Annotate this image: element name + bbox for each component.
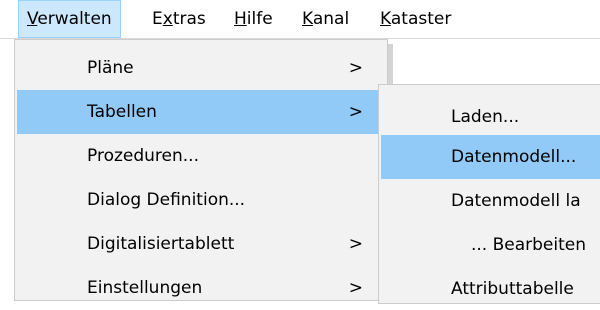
app-background [0,39,15,291]
submenu-item-attributtabelle[interactable]: Attributtabelle [381,267,600,303]
submenu-item-bearbeiten[interactable]: ... Bearbeiten [381,223,600,267]
submenu-arrow-icon: > [348,102,363,122]
menu-hilfe[interactable]: Hilfe [226,0,281,38]
menu-extras-pre: E [152,9,163,29]
submenu-item-label: ... Bearbeiten [471,235,587,255]
menu-shadow [388,44,393,84]
submenu-item-label: Attributtabelle [451,279,574,299]
tabellen-submenu: Laden... Datenmodell... Datenmodell la .… [378,84,600,304]
menu-extras[interactable]: Extras [144,0,214,38]
menu-verwalten[interactable]: Verwalten [18,0,121,38]
menu-verwalten-mnemonic: V [27,9,38,29]
submenu-item-datenmodell[interactable]: Datenmodell... [381,135,600,179]
menu-kanal[interactable]: Kanal [294,0,357,38]
submenu-item-label: Laden... [451,107,520,127]
menu-kataster-mnemonic: K [380,9,391,29]
dropdown-item-tabellen[interactable]: Tabellen > [17,90,385,134]
dropdown-item-label: Pläne [87,58,134,78]
menu-verwalten-post: erwalten [37,9,112,29]
menu-kanal-mnemonic: K [302,9,313,29]
submenu-item-datenmodell-laden[interactable]: Datenmodell la [381,179,600,223]
menu-extras-mnemonic: x [162,9,173,29]
submenu-item-laden[interactable]: Laden... [381,95,600,139]
submenu-item-label: Datenmodell... [451,147,577,167]
dropdown-item-einstellungen[interactable]: Einstellungen > [17,266,385,310]
dropdown-item-label: Einstellungen [87,278,203,298]
dropdown-item-dialog-definition[interactable]: Dialog Definition... [17,178,385,222]
dropdown-item-label: Prozeduren... [87,146,199,166]
menu-hilfe-mnemonic: H [234,9,247,29]
submenu-arrow-icon: > [348,278,363,298]
submenu-item-label: Datenmodell la [451,191,581,211]
menu-kataster-post: ataster [390,9,452,29]
submenu-arrow-icon: > [348,234,363,254]
menu-hilfe-post: ilfe [246,9,273,29]
menu-bar: Verwalten Extras Hilfe Kanal Kataster [0,0,600,39]
dropdown-item-plaene[interactable]: Pläne > [17,46,385,90]
dropdown-item-prozeduren[interactable]: Prozeduren... [17,134,385,178]
verwalten-dropdown: Pläne > Tabellen > Prozeduren... Dialog … [14,39,388,301]
dropdown-item-label: Digitalisiertablett [87,234,235,254]
dropdown-item-label: Tabellen [87,102,157,122]
menu-kataster[interactable]: Kataster [372,0,459,38]
submenu-arrow-icon: > [348,58,363,78]
menu-extras-post: tras [172,9,206,29]
dropdown-item-digitalisiertablett[interactable]: Digitalisiertablett > [17,222,385,266]
dropdown-item-label: Dialog Definition... [87,190,246,210]
menu-kanal-post: anal [312,9,350,29]
